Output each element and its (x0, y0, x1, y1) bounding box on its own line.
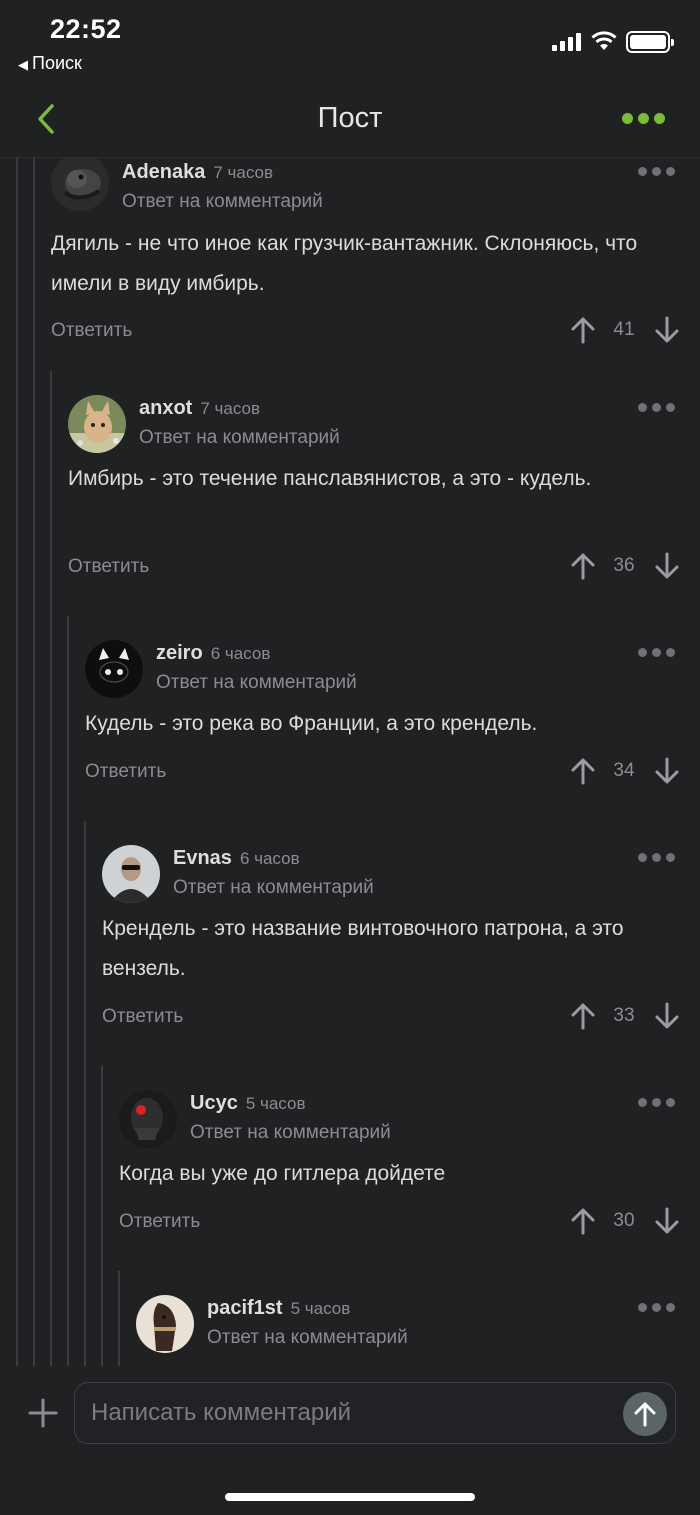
comment: pacif1st 5 часов Ответ на комментарий (136, 1295, 700, 1366)
comment-more-icon[interactable] (638, 853, 676, 863)
reply-to-link[interactable]: Ответ на комментарий (139, 427, 340, 449)
comment-author[interactable]: Evnas 6 часов (173, 847, 300, 870)
comment: anxot 7 часов Ответ на комментарий Имбирь… (68, 395, 700, 605)
downvote-arrow-icon[interactable] (654, 552, 680, 580)
comment-author[interactable]: Ucyc 5 часов (190, 1092, 305, 1115)
comment-more-icon[interactable] (638, 403, 676, 413)
bird-avatar-image (51, 158, 109, 211)
thread-line (16, 158, 18, 1366)
reply-to-link[interactable]: Ответ на комментарий (173, 877, 374, 899)
comment-body: Имбирь - это течение панславянистов, а э… (68, 467, 592, 490)
comment-input-wrapper (74, 1382, 676, 1444)
upvote-arrow-icon[interactable] (570, 757, 596, 785)
vote-controls: 30 (570, 1207, 680, 1237)
thread-line (50, 371, 52, 1366)
reply-button[interactable]: Ответить (51, 320, 132, 342)
comment-more-icon[interactable] (638, 648, 676, 658)
comment-body: Когда вы уже до гитлера дойдете (119, 1162, 446, 1185)
downvote-arrow-icon[interactable] (654, 1002, 680, 1030)
comment-score: 30 (613, 1210, 635, 1231)
back-app-label: Поиск (32, 53, 82, 73)
page-title: Пост (317, 102, 383, 134)
comment-thread: Adenaka 7 часов Ответ на комментарий Дяги… (0, 158, 700, 1366)
nav-bar: Пост (0, 80, 700, 158)
comment-author[interactable]: Adenaka 7 часов (122, 161, 273, 184)
thread-line (33, 158, 35, 1366)
comment: Ucyc 5 часов Ответ на комментарий Когда в… (119, 1090, 700, 1260)
cat-avatar-image (85, 640, 143, 698)
comment-score: 36 (613, 555, 635, 576)
comment: zeiro 6 часов Ответ на комментарий Кудель… (85, 640, 700, 810)
avatar[interactable] (68, 395, 126, 453)
reply-to-link[interactable]: Ответ на комментарий (156, 672, 357, 694)
comment-author[interactable]: anxot 7 часов (139, 397, 260, 420)
downvote-arrow-icon[interactable] (654, 316, 680, 344)
comment-body: Крендель - это название винтовочного пат… (102, 917, 624, 980)
comment: Adenaka 7 часов Ответ на комментарий Дяги… (51, 158, 700, 360)
home-indicator (225, 1493, 475, 1501)
comment-more-icon[interactable] (638, 1098, 676, 1108)
thread-line (67, 616, 69, 1366)
reply-button[interactable]: Ответить (119, 1211, 200, 1233)
comment-time: 7 часов (200, 399, 261, 418)
thread-line (118, 1271, 120, 1366)
downvote-arrow-icon[interactable] (654, 1207, 680, 1235)
comment-score: 34 (613, 760, 635, 781)
downvote-arrow-icon[interactable] (654, 757, 680, 785)
send-arrow-icon (634, 1402, 656, 1427)
back-triangle-icon: ◀ (18, 57, 28, 72)
comment-time: 6 часов (210, 644, 271, 663)
comment-time: 6 часов (239, 849, 300, 868)
upvote-arrow-icon[interactable] (570, 316, 596, 344)
status-bar: 22:52 ◀ Поиск (0, 0, 700, 80)
comment-input[interactable] (91, 1383, 611, 1443)
reply-to-link[interactable]: Ответ на комментарий (207, 1327, 408, 1349)
thread-line (84, 821, 86, 1366)
upvote-arrow-icon[interactable] (570, 1002, 596, 1030)
avatar[interactable] (102, 845, 160, 903)
fox-avatar-image (68, 395, 126, 453)
comment-composer (0, 1366, 700, 1515)
comment-more-icon[interactable] (638, 1303, 676, 1313)
cellular-signal-icon (552, 33, 582, 51)
horse-avatar-image (136, 1295, 194, 1353)
status-time: 22:52 (50, 14, 122, 44)
comment-body: Дягиль - не что иное как грузчик-вантажн… (51, 232, 638, 295)
avatar[interactable] (136, 1295, 194, 1353)
comment-time: 7 часов (213, 163, 274, 182)
vote-controls: 34 (570, 757, 680, 787)
vote-controls: 36 (570, 552, 680, 582)
add-attachment-icon[interactable] (28, 1398, 58, 1428)
comment-time: 5 часов (290, 1299, 351, 1318)
comment-body: Кудель - это река во Франции, а это крен… (85, 712, 538, 735)
upvote-arrow-icon[interactable] (570, 1207, 596, 1235)
man-avatar-image (102, 845, 160, 903)
thread-line (101, 1066, 103, 1366)
reply-button[interactable]: Ответить (68, 556, 149, 578)
reply-to-link[interactable]: Ответ на комментарий (190, 1122, 391, 1144)
back-to-app-link[interactable]: ◀ Поиск (18, 53, 82, 74)
battery-icon (626, 31, 674, 53)
comment-score: 41 (613, 319, 635, 340)
comment-time: 5 часов (245, 1094, 306, 1113)
reply-button[interactable]: Ответить (102, 1006, 183, 1028)
vote-controls: 33 (570, 1002, 680, 1032)
avatar[interactable] (51, 158, 109, 211)
send-button[interactable] (623, 1392, 667, 1436)
masked-figure-avatar-image (119, 1090, 177, 1148)
vote-controls: 41 (570, 316, 680, 346)
reply-button[interactable]: Ответить (85, 761, 166, 783)
reply-to-link[interactable]: Ответ на комментарий (122, 191, 323, 213)
avatar[interactable] (119, 1090, 177, 1148)
wifi-icon (591, 31, 617, 50)
more-options-icon[interactable] (622, 113, 666, 127)
comment-more-icon[interactable] (638, 167, 676, 177)
avatar[interactable] (85, 640, 143, 698)
comment: Evnas 6 часов Ответ на комментарий Кренде… (102, 845, 700, 1055)
upvote-arrow-icon[interactable] (570, 552, 596, 580)
comment-score: 33 (613, 1005, 635, 1026)
comment-author[interactable]: zeiro 6 часов (156, 642, 270, 665)
comment-author[interactable]: pacif1st 5 часов (207, 1297, 350, 1320)
